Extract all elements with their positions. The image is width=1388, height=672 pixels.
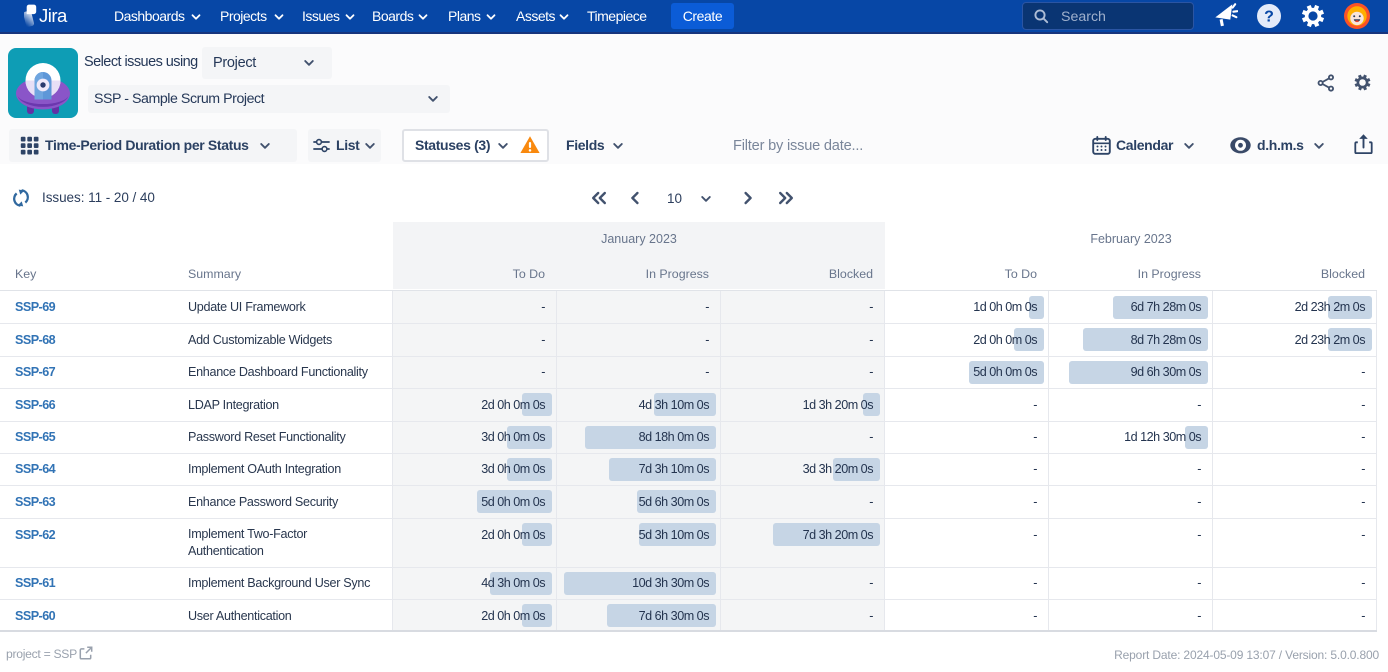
svg-text:?: ?	[1264, 9, 1274, 26]
